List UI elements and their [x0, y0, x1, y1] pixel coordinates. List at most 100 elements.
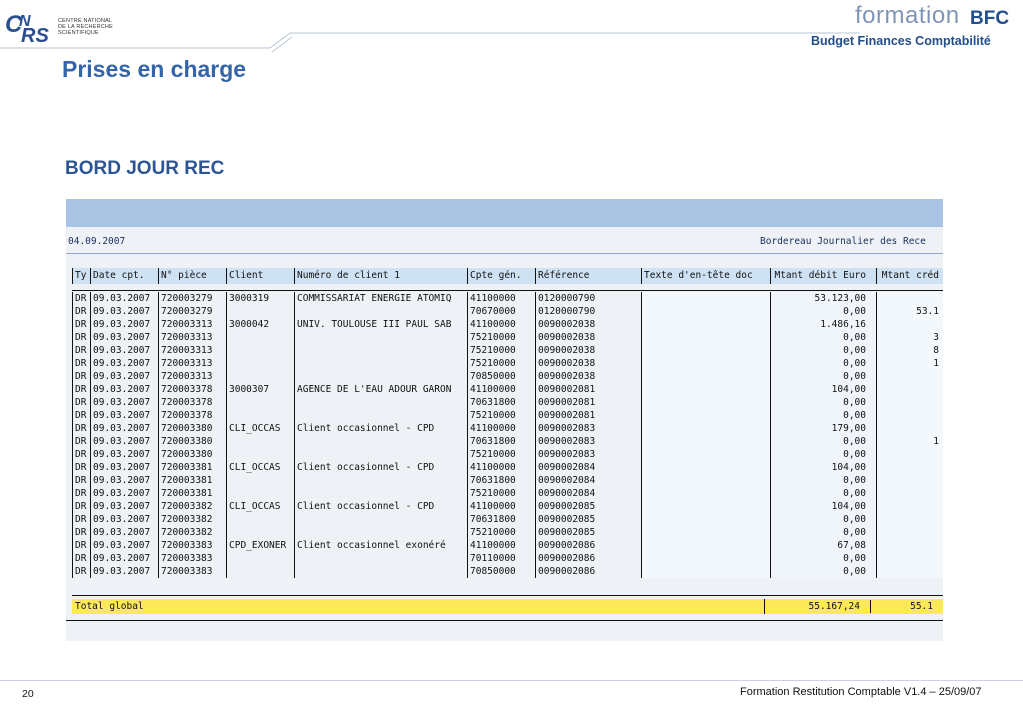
- cell-piece: 720003381: [158, 487, 226, 500]
- report-title: Bordereau Journalier des Rece: [760, 236, 926, 247]
- cell-piece: 720003382: [158, 513, 226, 526]
- cell-account: 41100000: [467, 422, 535, 435]
- cell-credit: [876, 422, 943, 435]
- table-row[interactable]: DR 09.03.2007 720003313 75210000 0090002038 0…: [72, 357, 943, 370]
- cell-type: DR: [72, 318, 90, 331]
- cell-type: DR: [72, 539, 90, 552]
- table-row[interactable]: DR 09.03.2007 720003382 70631800 0090002085 0…: [72, 513, 943, 526]
- cell-reference: 0090002084: [535, 487, 641, 500]
- cell-piece: 720003313: [158, 318, 226, 331]
- cell-type: DR: [72, 448, 90, 461]
- section-title: BORD JOUR REC: [65, 158, 225, 179]
- cell-reference: 0090002086: [535, 565, 641, 578]
- cell-header-text: [641, 409, 770, 422]
- cell-piece: 720003381: [158, 461, 226, 474]
- table-row[interactable]: DR 09.03.2007 720003313 75210000 0090002038 0…: [72, 344, 943, 357]
- cell-debit: 0,00: [770, 487, 876, 500]
- cell-client: [226, 565, 294, 578]
- cell-date: 09.03.2007: [90, 331, 158, 344]
- cell-piece: 720003383: [158, 539, 226, 552]
- table-row[interactable]: DR 09.03.2007 720003383 70850000 0090002086 0…: [72, 565, 943, 578]
- cell-debit: 104,00: [770, 461, 876, 474]
- cell-client: [226, 331, 294, 344]
- cell-type: DR: [72, 565, 90, 578]
- table-row[interactable]: DR 09.03.2007 720003382 75210000 0090002085 0…: [72, 526, 943, 539]
- column-header-credit[interactable]: Mtant créd: [876, 268, 943, 284]
- column-header-client-name[interactable]: Numéro de client 1: [294, 268, 467, 284]
- table-row[interactable]: DR 09.03.2007 720003279 3000319 COMMISSARIAT…: [72, 292, 943, 305]
- table-row[interactable]: DR 09.03.2007 720003381 CLI_OCCAS Client occ…: [72, 461, 943, 474]
- cell-client: [226, 396, 294, 409]
- cell-debit: 0,00: [770, 435, 876, 448]
- table-row[interactable]: DR 09.03.2007 720003381 75210000 0090002084 0…: [72, 487, 943, 500]
- cell-account: 70631800: [467, 474, 535, 487]
- column-header-header-text[interactable]: Texte d'en-tête doc: [641, 268, 770, 284]
- column-header-account[interactable]: Cpte gén.: [467, 268, 535, 284]
- cell-date: 09.03.2007: [90, 292, 158, 305]
- cell-client-name: [294, 565, 467, 578]
- cell-client-name: [294, 474, 467, 487]
- cell-date: 09.03.2007: [90, 513, 158, 526]
- cell-debit: 104,00: [770, 383, 876, 396]
- cell-header-text: [641, 357, 770, 370]
- cell-header-text: [641, 396, 770, 409]
- table-row[interactable]: DR 09.03.2007 720003382 CLI_OCCAS Client occ…: [72, 500, 943, 513]
- cell-date: 09.03.2007: [90, 409, 158, 422]
- cell-account: 75210000: [467, 357, 535, 370]
- table-row[interactable]: DR 09.03.2007 720003380 70631800 0090002083 0…: [72, 435, 943, 448]
- cell-client-name: [294, 526, 467, 539]
- cell-account: 75210000: [467, 409, 535, 422]
- cell-credit: [876, 539, 943, 552]
- cell-credit: [876, 474, 943, 487]
- page-number: 20: [22, 688, 34, 700]
- brand-formation: formation: [855, 2, 960, 29]
- table-row[interactable]: DR 09.03.2007 720003378 3000307 AGENCE DE L'…: [72, 383, 943, 396]
- cell-client: 3000307: [226, 383, 294, 396]
- column-header-type[interactable]: Ty: [72, 268, 90, 284]
- cell-header-text: [641, 435, 770, 448]
- table-row[interactable]: DR 09.03.2007 720003378 70631800 0090002081 0…: [72, 396, 943, 409]
- cell-date: 09.03.2007: [90, 500, 158, 513]
- cell-account: 41100000: [467, 318, 535, 331]
- table-row[interactable]: DR 09.03.2007 720003313 70850000 0090002038 0…: [72, 370, 943, 383]
- cell-date: 09.03.2007: [90, 565, 158, 578]
- cell-type: DR: [72, 396, 90, 409]
- cell-debit: 0,00: [770, 396, 876, 409]
- cell-credit: [876, 500, 943, 513]
- table-row[interactable]: DR 09.03.2007 720003380 75210000 0090002083 0…: [72, 448, 943, 461]
- cell-account: 75210000: [467, 344, 535, 357]
- cell-reference: 0090002083: [535, 435, 641, 448]
- column-header-debit[interactable]: Mtant débit Euro: [770, 268, 876, 284]
- column-header-piece[interactable]: N° pièce: [158, 268, 226, 284]
- table-row[interactable]: DR 09.03.2007 720003313 3000042 UNIV. TOULOU…: [72, 318, 943, 331]
- table-row[interactable]: DR 09.03.2007 720003380 CLI_OCCAS Client occ…: [72, 422, 943, 435]
- cell-date: 09.03.2007: [90, 370, 158, 383]
- cell-piece: 720003313: [158, 357, 226, 370]
- table-row[interactable]: DR 09.03.2007 720003313 75210000 0090002038 0…: [72, 331, 943, 344]
- cell-piece: 720003382: [158, 500, 226, 513]
- table-row[interactable]: DR 09.03.2007 720003383 CPD_EXONER Client oc…: [72, 539, 943, 552]
- table-row[interactable]: DR 09.03.2007 720003383 70110000 0090002086 0…: [72, 552, 943, 565]
- column-header-reference[interactable]: Référence: [535, 268, 641, 284]
- report-date: 04.09.2007: [68, 236, 126, 247]
- table-row[interactable]: DR 09.03.2007 720003279 70670000 0120000790 0…: [72, 305, 943, 318]
- report-bottom-rule: [66, 620, 943, 621]
- cell-type: DR: [72, 292, 90, 305]
- cell-date: 09.03.2007: [90, 552, 158, 565]
- cell-reference: 0090002085: [535, 526, 641, 539]
- cell-header-text: [641, 383, 770, 396]
- column-header-date[interactable]: Date cpt.: [90, 268, 158, 284]
- cell-date: 09.03.2007: [90, 305, 158, 318]
- cell-header-text: [641, 513, 770, 526]
- cell-piece: 720003380: [158, 422, 226, 435]
- table-header-row: Ty Date cpt. N° pièce Client Numéro de clien…: [72, 268, 943, 284]
- cell-piece: 720003381: [158, 474, 226, 487]
- cell-credit: [876, 565, 943, 578]
- cell-client-name: [294, 487, 467, 500]
- cell-client: [226, 305, 294, 318]
- table-row[interactable]: DR 09.03.2007 720003381 70631800 0090002084 0…: [72, 474, 943, 487]
- total-debit: 55.167,24: [808, 601, 860, 612]
- table-row[interactable]: DR 09.03.2007 720003378 75210000 0090002081 0…: [72, 409, 943, 422]
- column-header-client[interactable]: Client: [226, 268, 294, 284]
- cell-credit: [876, 409, 943, 422]
